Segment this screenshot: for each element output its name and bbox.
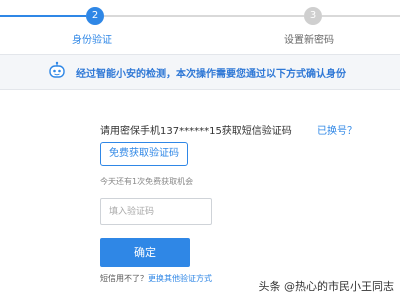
notice-text: 经过智能小安的检测，本次操作需要您通过以下方式确认身份 xyxy=(76,69,346,80)
changed-number-link[interactable]: 已换号？ xyxy=(317,122,357,137)
security-notice-banner: 经过智能小安的检测，本次操作需要您通过以下方式确认身份 xyxy=(0,54,400,90)
verification-code-input[interactable] xyxy=(100,198,212,225)
progress-line-pending-end xyxy=(322,15,400,17)
step-3-circle: 3 xyxy=(304,7,322,25)
free-attempts-hint: 今天还有1次免费获取机会 xyxy=(100,177,194,186)
sms-question: 短信用不了？ xyxy=(100,274,148,283)
alternate-method-row: 短信用不了？更换其他验证方式 xyxy=(100,273,212,284)
step-2-label: 身份验证 xyxy=(72,35,112,46)
step-3-label: 设置新密码 xyxy=(284,35,334,46)
robot-icon xyxy=(47,61,67,81)
other-method-link[interactable]: 更换其他验证方式 xyxy=(148,274,212,283)
phone-prompt: 请用密保手机137******15获取短信验证码 xyxy=(100,126,292,137)
confirm-button[interactable]: 确定 xyxy=(100,238,190,267)
watermark-text: 头条 @热心的市民小王同志 xyxy=(258,280,395,293)
progress-line-pending xyxy=(104,15,304,17)
get-code-button[interactable]: 免费获取验证码 xyxy=(100,142,188,166)
progress-line-completed xyxy=(0,15,86,17)
step-progress-bar: 2 身份验证 3 设置新密码 xyxy=(0,0,400,52)
step-2-circle: 2 xyxy=(86,7,104,25)
